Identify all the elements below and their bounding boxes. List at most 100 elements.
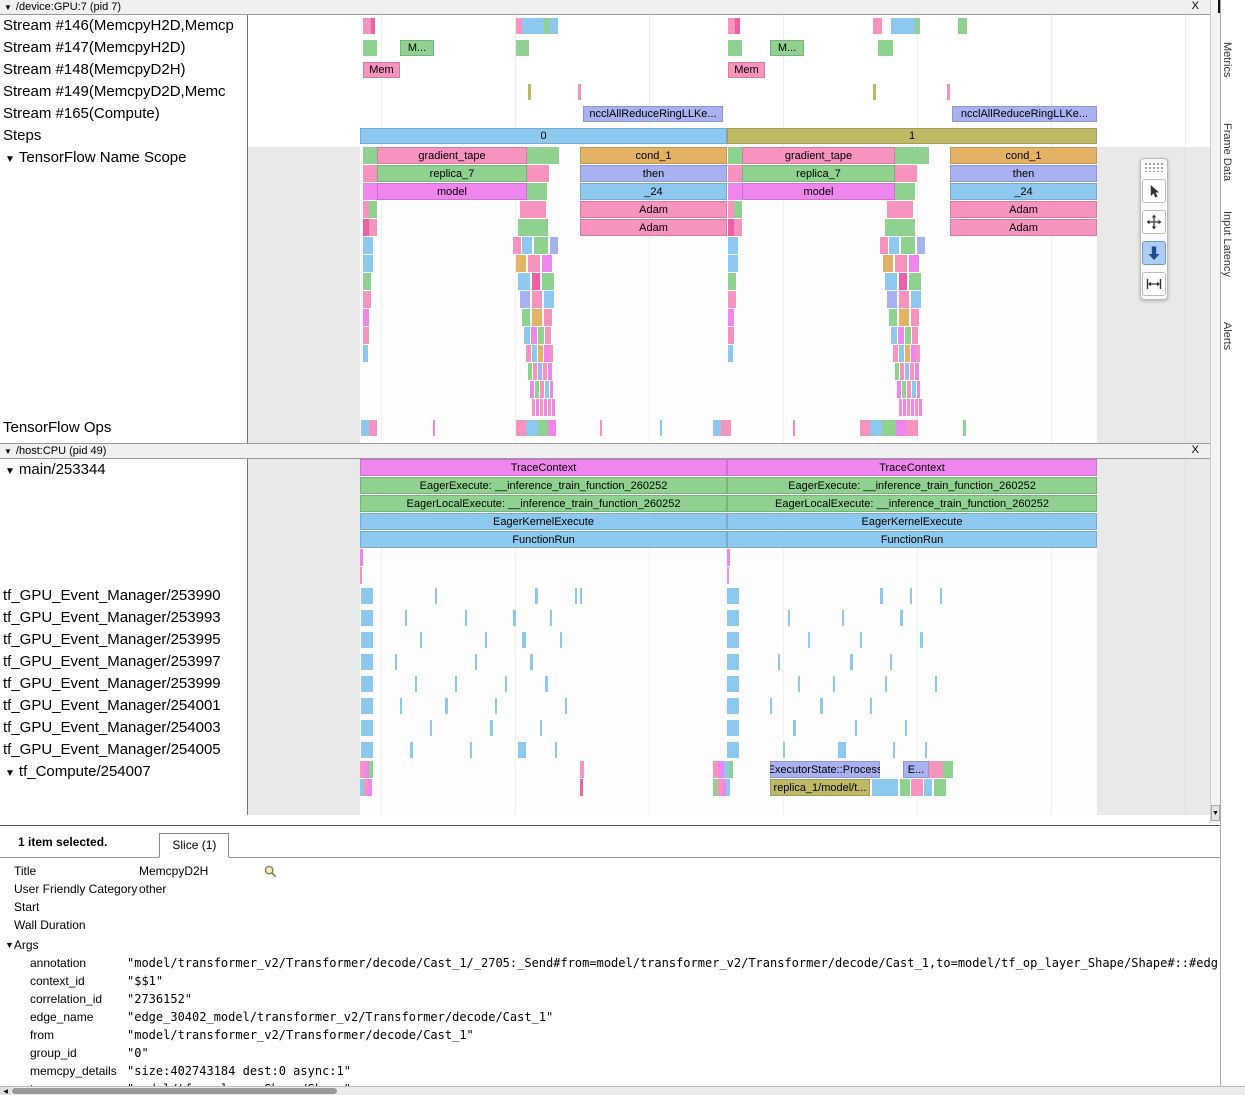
track-label-stream-147-memcpyh2d[interactable]: Stream #147(MemcpyH2D): [0, 37, 248, 59]
trace-event[interactable]: [565, 698, 567, 714]
track-label-tf-gpu-event-manager-254001[interactable]: tf_GPU_Event_Manager/254001: [0, 695, 248, 717]
trace-event[interactable]: [911, 309, 919, 326]
trace-event[interactable]: [902, 381, 906, 398]
trace-event[interactable]: [531, 327, 537, 344]
trace-event[interactable]: [532, 309, 542, 326]
trace-event[interactable]: [545, 676, 548, 692]
toolbar-drag-handle-icon[interactable]: [1144, 162, 1164, 172]
trace-event[interactable]: [361, 676, 373, 692]
trace-event[interactable]: [534, 237, 548, 254]
trace-event[interactable]: [580, 779, 583, 796]
trace-event[interactable]: [895, 147, 929, 164]
collapse-arrow-icon[interactable]: ▼: [5, 768, 15, 779]
trace-event[interactable]: [545, 381, 549, 398]
trace-event[interactable]: [660, 420, 662, 436]
trace-event[interactable]: [895, 183, 915, 200]
trace-event[interactable]: [549, 18, 558, 34]
sidebar-tab-metrics[interactable]: Metrics: [1221, 14, 1233, 106]
vertical-scrollbar[interactable]: ▼: [1210, 0, 1220, 823]
trace-event[interactable]: [520, 201, 546, 218]
trace-event[interactable]: [916, 345, 920, 362]
trace-event[interactable]: [911, 291, 921, 308]
track-label-stream-146-memcpyh2d-memcp[interactable]: Stream #146(MemcpyH2D,Memcp: [0, 15, 248, 37]
trace-event[interactable]: [882, 420, 896, 436]
trace-event[interactable]: [518, 742, 526, 758]
trace-event[interactable]: [898, 327, 904, 344]
trace-event[interactable]: [360, 567, 362, 584]
trace-event[interactable]: [900, 610, 903, 626]
trace-event[interactable]: [838, 742, 846, 758]
trace-event-0[interactable]: 0: [360, 128, 727, 144]
search-icon[interactable]: [264, 865, 277, 878]
trace-event[interactable]: [899, 273, 907, 290]
trace-event[interactable]: [910, 363, 914, 380]
sidebar-tab-alerts[interactable]: Alerts: [1221, 290, 1233, 382]
trace-event[interactable]: [727, 549, 730, 566]
trace-event[interactable]: [505, 676, 507, 692]
trace-event[interactable]: [361, 610, 373, 626]
track-label-steps[interactable]: Steps: [0, 125, 248, 147]
trace-event[interactable]: [727, 720, 739, 736]
trace-event[interactable]: [896, 420, 906, 436]
track-label-stream-149-memcpyd2d-memc[interactable]: Stream #149(MemcpyD2D,Memc: [0, 81, 248, 103]
trace-event[interactable]: [870, 698, 872, 714]
trace-event[interactable]: [371, 18, 375, 34]
trace-event[interactable]: [726, 779, 730, 796]
trace-event[interactable]: [415, 676, 417, 692]
trace-event[interactable]: [495, 698, 497, 714]
trace-event[interactable]: [435, 588, 437, 604]
trace-event[interactable]: [885, 219, 915, 236]
trace-event[interactable]: [527, 183, 547, 200]
trace-event-executorstate-process[interactable]: ExecutorState::Process: [770, 761, 880, 778]
trace-event[interactable]: [552, 399, 555, 416]
trace-event[interactable]: [549, 345, 553, 362]
trace-event[interactable]: [532, 273, 540, 290]
trace-event[interactable]: [870, 420, 882, 436]
trace-event[interactable]: [907, 381, 911, 398]
trace-event[interactable]: [538, 327, 544, 344]
trace-event-replica-7[interactable]: replica_7: [742, 165, 895, 182]
trace-event[interactable]: [899, 309, 909, 326]
trace-event[interactable]: [555, 742, 557, 758]
trace-event[interactable]: [910, 588, 912, 604]
trace-event[interactable]: [729, 761, 733, 778]
trace-event[interactable]: [842, 610, 844, 626]
trace-event[interactable]: [538, 345, 543, 362]
trace-event[interactable]: [455, 676, 457, 692]
trace-event-replica-7[interactable]: replica_7: [377, 165, 527, 182]
trace-event[interactable]: [893, 742, 895, 758]
trace-event[interactable]: [361, 720, 373, 736]
trace-event[interactable]: [369, 219, 377, 236]
horizontal-scrollbar[interactable]: ◀: [0, 1086, 1245, 1095]
trace-event[interactable]: [934, 779, 946, 796]
trace-event[interactable]: [727, 698, 739, 714]
track-label-tf-gpu-event-manager-253997[interactable]: tf_GPU_Event_Manager/253997: [0, 651, 248, 673]
trace-event-adam[interactable]: Adam: [950, 201, 1097, 218]
track-label-tf-compute-254007[interactable]: ▼tf_Compute/254007: [0, 761, 248, 815]
track-label-tf-gpu-event-manager-254003[interactable]: tf_GPU_Event_Manager/254003: [0, 717, 248, 739]
trace-event[interactable]: [530, 654, 533, 670]
search-icon-button[interactable]: [264, 865, 277, 878]
trace-event-tracecontext[interactable]: TraceContext: [360, 459, 727, 476]
trace-event[interactable]: [909, 255, 919, 272]
trace-event-cond-1[interactable]: cond_1: [580, 147, 727, 164]
trace-event[interactable]: [532, 291, 542, 308]
trace-event[interactable]: [911, 779, 923, 796]
trace-event[interactable]: [513, 237, 521, 254]
trace-event[interactable]: [925, 742, 927, 758]
trace-event-model[interactable]: model: [742, 183, 895, 200]
trace-event[interactable]: [542, 255, 552, 272]
trace-event-eagerkernelexecute[interactable]: EagerKernelExecute: [727, 513, 1097, 530]
trace-event[interactable]: [361, 654, 373, 670]
trace-event[interactable]: [924, 779, 932, 796]
trace-event[interactable]: [895, 363, 899, 380]
trace-event[interactable]: [905, 720, 907, 736]
trace-event[interactable]: [538, 420, 548, 436]
track-label-tensorflow-name-scope[interactable]: ▼TensorFlow Name Scope: [0, 147, 248, 417]
trace-event[interactable]: [363, 345, 368, 362]
trace-event[interactable]: [727, 654, 739, 670]
trace-event[interactable]: [728, 40, 742, 56]
trace-event[interactable]: [728, 327, 734, 344]
trace-event[interactable]: [526, 345, 531, 362]
track-label-main-253344[interactable]: ▼main/253344: [0, 459, 248, 585]
